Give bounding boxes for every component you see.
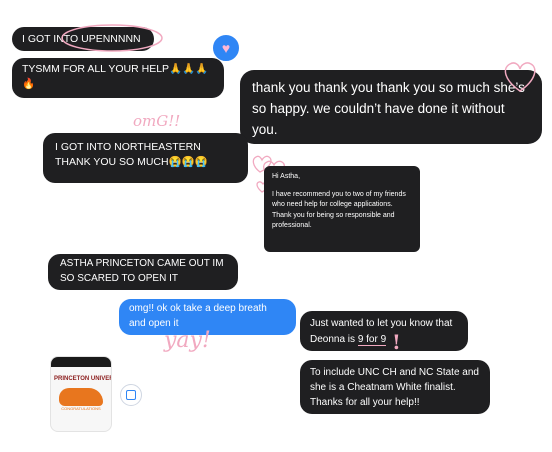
omg-doodle: omG!!: [133, 112, 181, 130]
message-nine-for-nine: Just wanted to let you know that Deonna …: [300, 311, 468, 351]
exclaim-doodle: !: [392, 330, 401, 354]
attachment-caption: CONGRATULATIONS: [61, 406, 101, 411]
message-princeton-scared: ASTHA PRINCETON CAME OUT IM SO SCARED TO…: [48, 254, 238, 290]
message-recommendation: Hi Astha, I have recommend you to two of…: [264, 166, 420, 252]
message-text: omg!! ok ok take a deep breath and open …: [129, 303, 267, 329]
message-greeting: Hi Astha,: [272, 173, 301, 180]
circle-scribble: [61, 24, 163, 52]
download-icon[interactable]: [120, 384, 142, 406]
message-thank-you-so-much: thank you thank you thank you so much sh…: [240, 70, 542, 144]
princeton-logo: PRINCETON UNIVERSITY: [54, 376, 111, 382]
princeton-letter-attachment[interactable]: ‌ PRINCETON UNIVERSITY CONGRATULATIONS: [50, 356, 112, 432]
message-emoji: 🔥: [22, 78, 36, 91]
message-text: I have recommend you to two of my friend…: [272, 190, 406, 230]
message-text: I GOT INTO NORTHEASTERN THANK YOU SO MUC…: [55, 141, 208, 169]
message-thanks-help: TYSMM FOR ALL YOUR HELP🙏🙏🙏 🔥: [12, 58, 224, 98]
tiger-image: [59, 388, 103, 406]
message-northeastern: I GOT INTO NORTHEASTERN THANK YOU SO MUC…: [43, 133, 248, 183]
message-text: To include UNC CH and NC State and she i…: [310, 367, 479, 408]
heart-doodle-icon: [504, 62, 536, 92]
message-text: ASTHA PRINCETON CAME OUT IM SO SCARED TO…: [60, 258, 224, 284]
highlight-text: 9 for 9: [357, 333, 387, 346]
message-unc-ncstate: To include UNC CH and NC State and she i…: [300, 360, 490, 414]
yay-doodle: yay!: [164, 328, 211, 353]
message-text: thank you thank you thank you so much sh…: [252, 80, 525, 137]
message-text: TYSMM FOR ALL YOUR HELP🙏🙏🙏: [22, 63, 209, 75]
